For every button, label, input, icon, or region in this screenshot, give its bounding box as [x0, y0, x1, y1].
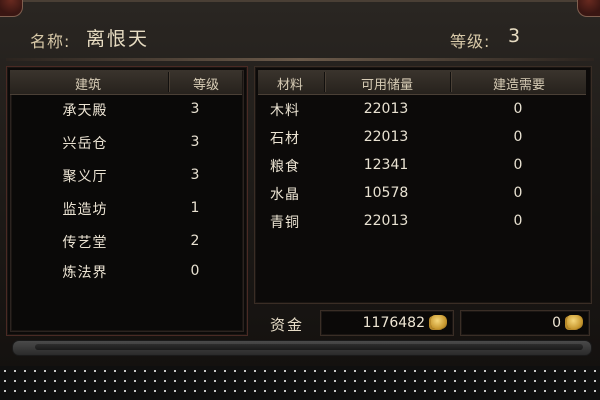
funds-available-box: 1176482 [320, 310, 454, 336]
material-required: 0 [513, 157, 523, 173]
building-level: 3 [190, 101, 200, 117]
material-available: 22013 [363, 129, 409, 145]
material-name: 木料 [270, 103, 300, 119]
building-level: 0 [190, 263, 200, 279]
gold-coin-icon [567, 315, 583, 329]
right-corner-ornament [577, 0, 600, 17]
name-label: 名称: [30, 32, 71, 51]
guild-header: 名称: 离恨天 等级: 3 [0, 18, 600, 60]
material-required: 0 [513, 213, 523, 229]
scrollbar-thumb[interactable] [35, 344, 583, 350]
building-name: 承天殿 [62, 103, 108, 119]
col-building: 建筑 [74, 78, 101, 93]
building-name: 监造坊 [62, 202, 108, 218]
building-name: 兴岳仓 [62, 136, 108, 152]
column-separator [324, 72, 325, 92]
material-name: 青铜 [270, 215, 300, 231]
background-pattern [0, 366, 600, 400]
guild-name: 离恨天 [86, 28, 150, 50]
material-required: 0 [513, 129, 523, 145]
funds-label: 资金 [270, 316, 305, 334]
column-separator [450, 72, 451, 92]
material-available: 10578 [363, 185, 409, 201]
funds-required-box: 0 [460, 310, 590, 336]
column-separator [168, 72, 169, 92]
col-material: 材料 [276, 78, 303, 93]
header-divider [6, 58, 594, 61]
horizontal-scrollbar[interactable] [12, 340, 592, 356]
col-available: 可用储量 [360, 78, 413, 93]
left-corner-ornament [0, 0, 23, 17]
guild-level: 3 [508, 25, 523, 47]
building-level: 1 [190, 200, 200, 216]
building-name: 传艺堂 [62, 235, 108, 251]
level-label: 等级: [450, 32, 491, 51]
building-name: 炼法界 [62, 265, 108, 281]
materials-table-header: 材料 可用储量 建造需要 [258, 70, 586, 95]
material-required: 0 [513, 185, 523, 201]
building-level: 3 [190, 167, 200, 183]
material-name: 石材 [270, 131, 300, 147]
funds-available: 1176482 [362, 315, 425, 331]
col-required: 建造需要 [492, 78, 545, 93]
gold-coin-icon [431, 315, 447, 329]
building-level: 2 [190, 233, 200, 249]
material-available: 22013 [363, 101, 409, 117]
material-required: 0 [513, 101, 523, 117]
funds-required: 0 [552, 315, 561, 331]
col-level: 等级 [192, 78, 219, 93]
building-level: 3 [190, 134, 200, 150]
material-available: 22013 [363, 213, 409, 229]
material-available: 12341 [363, 157, 409, 173]
building-name: 聚义厅 [62, 169, 108, 185]
material-name: 水晶 [270, 187, 300, 203]
material-name: 粮食 [270, 159, 300, 175]
buildings-table-header: 建筑 等级 [10, 70, 242, 95]
